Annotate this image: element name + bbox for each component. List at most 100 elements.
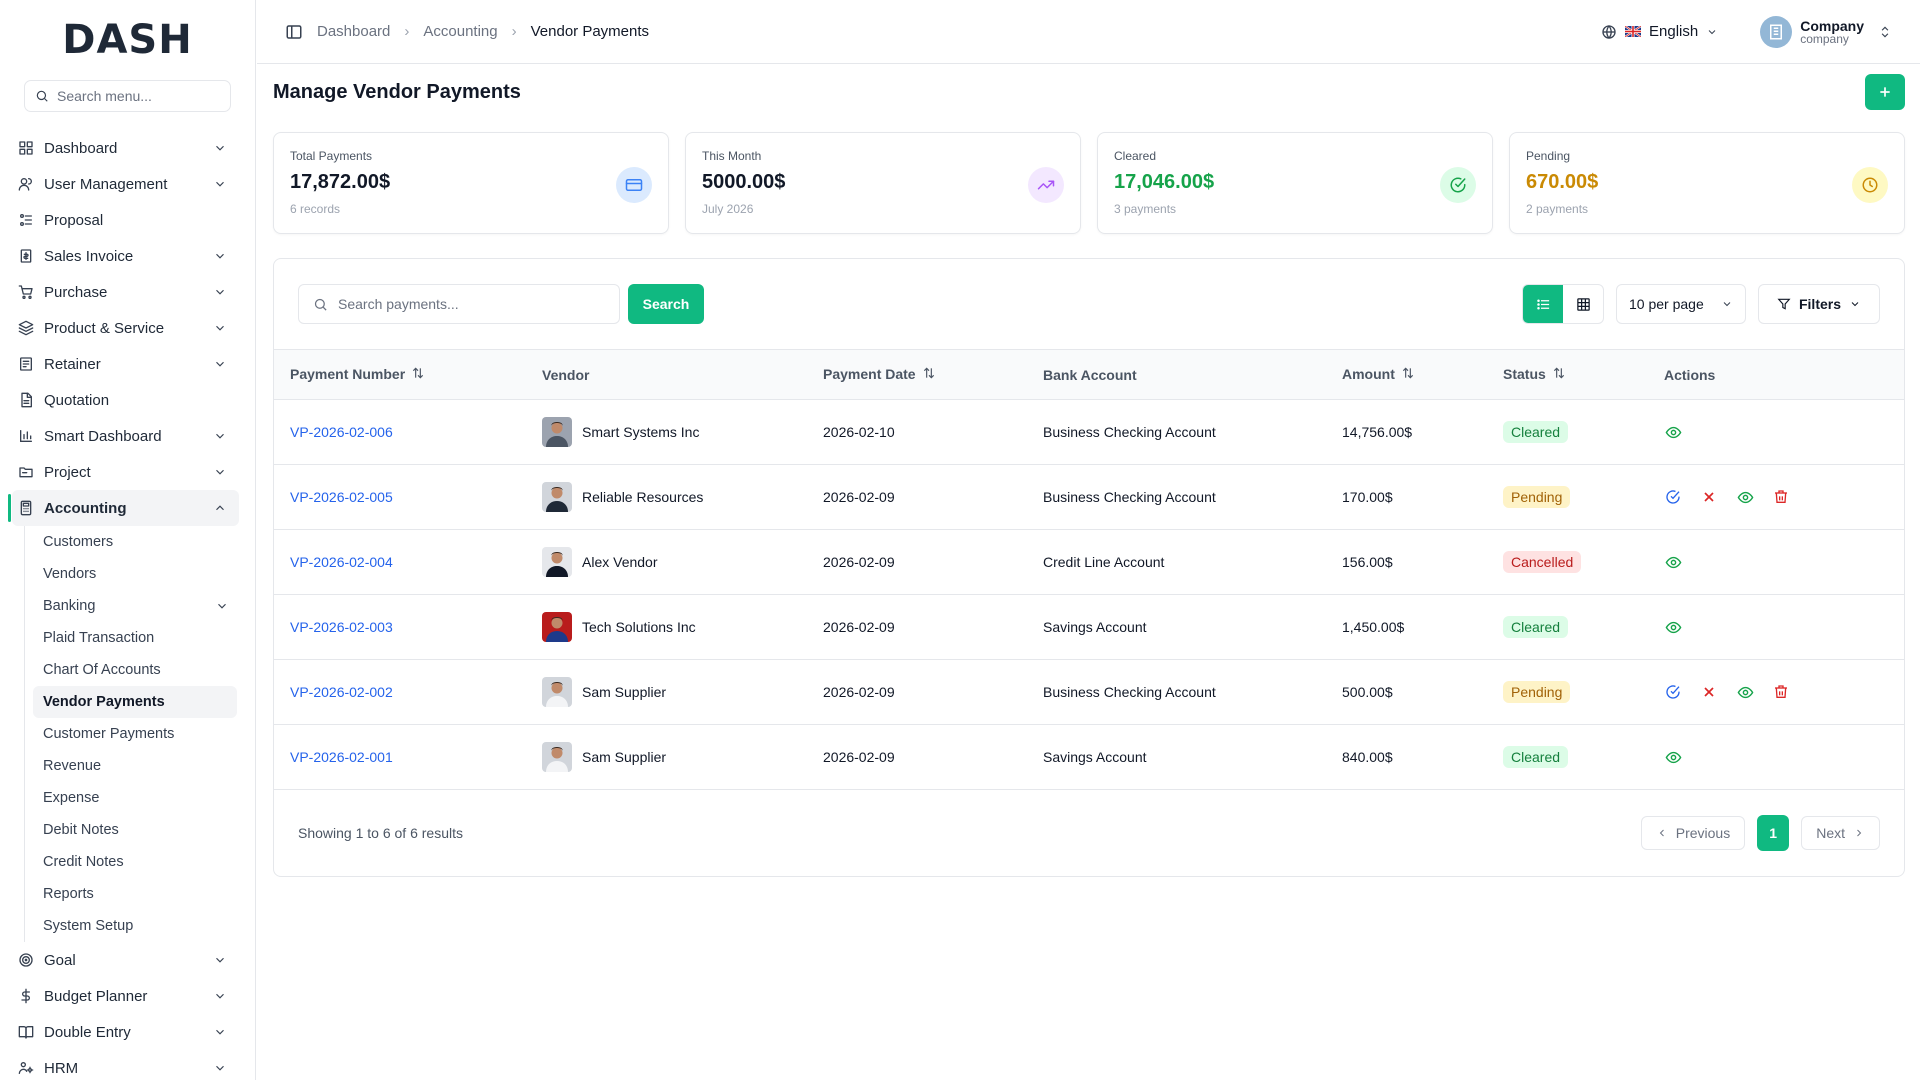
breadcrumb: Dashboard › Accounting › Vendor Payments (317, 23, 649, 40)
company-switcher[interactable]: Company company (1760, 15, 1892, 48)
status-cell: Pending (1487, 660, 1648, 725)
sidebar-subitem-expense[interactable]: Expense (33, 782, 237, 814)
sidebar-item-accounting[interactable]: Accounting (8, 490, 239, 526)
next-page-button[interactable]: Next (1801, 816, 1880, 850)
view-icon[interactable] (1664, 423, 1682, 441)
sidebar-subitem-vendor-payments[interactable]: Vendor Payments (33, 686, 237, 718)
sidebar-item-dashboard[interactable]: Dashboard (12, 130, 239, 166)
sidebar-item-budget-planner[interactable]: Budget Planner (12, 978, 239, 1014)
sidebar-item-retainer[interactable]: Retainer (12, 346, 239, 382)
reject-icon[interactable] (1700, 488, 1718, 506)
col-status[interactable]: Status (1487, 350, 1648, 400)
sort-icon[interactable] (1401, 366, 1415, 383)
sidebar-subitem-credit-notes[interactable]: Credit Notes (33, 846, 237, 878)
sidebar-item-quotation[interactable]: Quotation (12, 382, 239, 418)
previous-page-button[interactable]: Previous (1640, 816, 1746, 850)
sidebar-item-project[interactable]: Project (12, 454, 239, 490)
payment-number-link[interactable]: VP-2026-02-005 (290, 489, 393, 505)
payment-number-cell: VP-2026-02-001 (274, 725, 526, 790)
add-payment-button[interactable] (1865, 74, 1905, 110)
sidebar-subitem-system-setup[interactable]: System Setup (33, 910, 237, 942)
sidebar-subitem-revenue[interactable]: Revenue (33, 750, 237, 782)
sidebar-subitem-debit-notes[interactable]: Debit Notes (33, 814, 237, 846)
col-payment-number[interactable]: Payment Number (274, 350, 526, 400)
sidebar-subitem-banking[interactable]: Banking (33, 590, 237, 622)
breadcrumb-dashboard[interactable]: Dashboard (317, 23, 390, 40)
sidebar-item-user-management[interactable]: User Management (12, 166, 239, 202)
view-icon[interactable] (1664, 553, 1682, 571)
app-logo[interactable]: DASH (0, 0, 255, 80)
sidebar-item-purchase[interactable]: Purchase (12, 274, 239, 310)
sidebar-subitem-customers[interactable]: Customers (33, 526, 237, 558)
bank-account-cell: Savings Account (1043, 619, 1147, 635)
sidebar-item-product-and-service[interactable]: Product & Service (12, 310, 239, 346)
reject-icon[interactable] (1700, 683, 1718, 701)
table-row: VP-2026-02-006 Smart Systems Inc 2026-02-1… (274, 400, 1904, 465)
vendor-name: Reliable Resources (582, 489, 704, 505)
sidebar-search-input[interactable]: Search menu... (24, 80, 231, 112)
sidebar-subitem-customer-payments[interactable]: Customer Payments (33, 718, 237, 750)
trash-icon[interactable] (1772, 683, 1790, 701)
chevron-down-icon (213, 285, 227, 299)
sidebar-subitem-label: Banking (43, 598, 96, 614)
payment-number-link[interactable]: VP-2026-02-001 (290, 749, 393, 765)
view-icon[interactable] (1736, 488, 1754, 506)
payments-panel: Search payments... Search 10 per page Fi… (273, 258, 1905, 877)
grid-view-button[interactable] (1563, 285, 1603, 323)
actions-cell (1648, 660, 1904, 725)
sidebar-toggle-icon[interactable] (285, 23, 303, 41)
sidebar-subitem-label: Reports (43, 886, 94, 902)
sort-icon[interactable] (1552, 366, 1566, 383)
sidebar-item-proposal[interactable]: Proposal (12, 202, 239, 238)
sidebar-item-double-entry[interactable]: Double Entry (12, 1014, 239, 1050)
stat-label: Cleared (1114, 149, 1157, 163)
sidebar-item-smart-dashboard[interactable]: Smart Dashboard (12, 418, 239, 454)
approve-icon[interactable] (1664, 488, 1682, 506)
view-icon[interactable] (1664, 618, 1682, 636)
sort-icon[interactable] (411, 366, 425, 383)
actions-cell (1648, 725, 1904, 790)
stat-label: Pending (1526, 149, 1571, 163)
list-view-button[interactable] (1523, 285, 1563, 323)
sidebar-subitem-reports[interactable]: Reports (33, 878, 237, 910)
stat-value: 17,046.00$ (1114, 171, 1215, 193)
col-payment-date[interactable]: Payment Date (807, 350, 1027, 400)
sidebar-item-goal[interactable]: Goal (12, 942, 239, 978)
chevron-down-icon (213, 321, 227, 335)
sidebar-item-sales-invoice[interactable]: Sales Invoice (12, 238, 239, 274)
breadcrumb-accounting[interactable]: Accounting (423, 23, 497, 40)
col-amount[interactable]: Amount (1326, 350, 1487, 400)
vendor-name: Sam Supplier (582, 684, 667, 700)
sidebar-subitem-label: System Setup (43, 918, 134, 934)
per-page-select[interactable]: 10 per page (1616, 284, 1746, 324)
sidebar-subitem-plaid-transaction[interactable]: Plaid Transaction (33, 622, 237, 654)
table-header-row: Payment Number Vendor Payment Date Bank … (274, 349, 1904, 400)
amount-cell: 14,756.00$ (1342, 424, 1413, 440)
table-row: VP-2026-02-003 Tech Solutions Inc 2026-02-… (274, 595, 1904, 660)
actions-cell (1648, 465, 1904, 530)
chevron-down-icon (213, 465, 227, 479)
col-bank-account: Bank Account (1043, 366, 1137, 383)
retainer-icon (18, 356, 34, 372)
view-icon[interactable] (1736, 683, 1754, 701)
amount-cell: 156.00$ (1342, 554, 1393, 570)
sidebar-subitem-chart-of-accounts[interactable]: Chart Of Accounts (33, 654, 237, 686)
approve-icon[interactable] (1664, 683, 1682, 701)
payment-date-cell: 2026-02-09 (823, 619, 895, 635)
page-1-button[interactable]: 1 (1757, 815, 1790, 851)
top-bar: Dashboard › Accounting › Vendor Payments… (257, 0, 1920, 64)
search-button[interactable]: Search (628, 284, 704, 324)
payment-number-link[interactable]: VP-2026-02-006 (290, 424, 393, 440)
view-icon[interactable] (1664, 748, 1682, 766)
payment-number-link[interactable]: VP-2026-02-004 (290, 554, 393, 570)
sidebar-item-hrm[interactable]: HRM (12, 1050, 239, 1086)
payment-number-link[interactable]: VP-2026-02-002 (290, 684, 393, 700)
language-selector[interactable]: English (1601, 23, 1718, 40)
payment-number-link[interactable]: VP-2026-02-003 (290, 619, 393, 635)
filters-button[interactable]: Filters (1758, 284, 1880, 324)
payments-search-input[interactable]: Search payments... (298, 284, 620, 324)
sidebar-subitem-vendors[interactable]: Vendors (33, 558, 237, 590)
sort-icon[interactable] (922, 366, 936, 383)
trash-icon[interactable] (1772, 488, 1790, 506)
sidebar-subitem-label: Customer Payments (43, 726, 175, 742)
